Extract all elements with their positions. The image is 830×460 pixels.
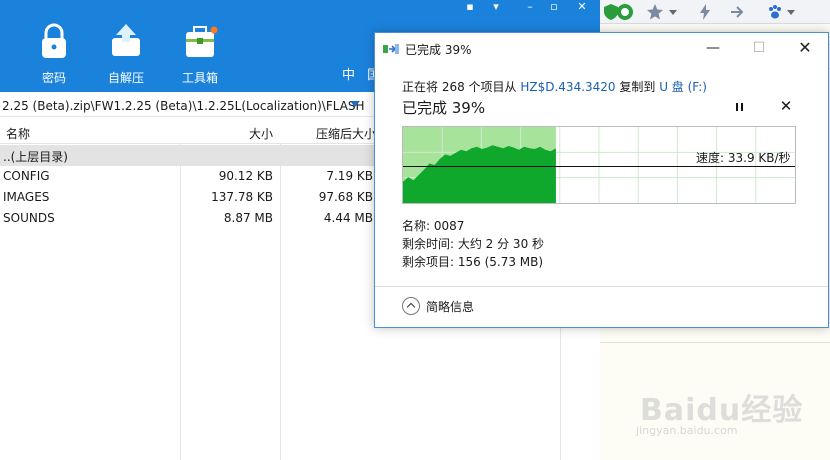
items-remaining: 剩余项目: 156 (5.73 MB) [402, 255, 544, 269]
restore-icon[interactable]: ▫ [545, 0, 563, 14]
dialog-titlebar[interactable]: 已完成 39% — ☐ ✕ [375, 33, 828, 63]
toolbox-label: 工具箱 [181, 71, 218, 85]
row-size: 137.78 KB [211, 190, 273, 204]
browser-toolbar [600, 0, 830, 24]
password-label: 密码 [41, 71, 66, 85]
self-extract-icon [112, 24, 140, 56]
minimize-button[interactable]: — [690, 33, 736, 63]
zip-title-controls: ▪ ▾ – ▫ ✕ [455, 0, 600, 16]
maximize-button[interactable]: ☐ [736, 33, 782, 63]
pause-bar [736, 103, 738, 111]
row-name: CONFIG [3, 169, 50, 183]
star-icon[interactable] [646, 3, 664, 21]
speed-label: 速度: 33.9 KB/秒 [696, 151, 791, 165]
minimize-icon[interactable]: – [521, 0, 539, 14]
toolbox-icon [186, 26, 218, 57]
path-dropdown-icon[interactable] [350, 101, 360, 107]
self-extract-label: 自解压 [107, 71, 144, 85]
self-extract-button[interactable]: 自解压 [94, 22, 158, 88]
copy-icon [383, 44, 399, 54]
progress-status: 已完成 39% [402, 99, 486, 117]
column-header-name[interactable]: 名称 [6, 125, 30, 142]
copy-progress-dialog: 已完成 39% — ☐ ✕ 正在将 268 个项目从 HZ$D.434.3420… [374, 32, 829, 328]
row-compressed: 7.19 KB [326, 169, 373, 183]
column-header-size[interactable]: 大小 [180, 125, 273, 142]
close-button[interactable]: ✕ [782, 33, 828, 63]
path-bar[interactable]: 2.25 (Beta).zip\FW1.2.25 (Beta)\1.2.25L(… [0, 95, 380, 117]
chevron-up-icon [402, 297, 420, 315]
dialog-divider [375, 286, 828, 287]
copy-description: 正在将 268 个项目从 HZ$D.434.3420 复制到 U 盘 (F:) [402, 78, 707, 95]
baidu-watermark: Baidu经验 [640, 393, 804, 428]
dropdown-icon[interactable] [782, 3, 800, 21]
forward-arrow-icon[interactable] [728, 3, 746, 21]
dialog-title: 已完成 39% [405, 43, 472, 57]
transfer-info: 名称: 0087 剩余时间: 大约 2 分 30 秒 剩余项目: 156 (5.… [402, 217, 544, 271]
copy-middle: 复制到 [615, 80, 660, 94]
close-icon[interactable]: ✕ [573, 0, 591, 14]
row-compressed: 4.44 MB [323, 211, 373, 225]
toolbox-button[interactable]: 工具箱 [168, 22, 232, 88]
lock-icon [42, 23, 66, 58]
row-size: 90.12 KB [218, 169, 273, 183]
row-size: 8.87 MB [223, 211, 273, 225]
source-link[interactable]: HZ$D.434.3420 [520, 80, 615, 94]
baidu-watermark-url: jingyan.baidu.com [636, 424, 738, 437]
menu-dropdown-icon[interactable]: ▾ [487, 0, 505, 14]
details-label: 简略信息 [426, 300, 475, 314]
flash-icon[interactable] [696, 3, 714, 21]
row-name: IMAGES [3, 190, 50, 204]
current-file-name: 名称: 0087 [402, 219, 465, 233]
security-icon[interactable] [616, 3, 634, 21]
path-text: 2.25 (Beta).zip\FW1.2.25 (Beta)\1.2.25L(… [2, 99, 365, 113]
row-name: SOUNDS [3, 211, 55, 225]
row-name: ..(上层目录) [3, 150, 68, 164]
divider [600, 342, 830, 343]
cancel-button[interactable]: ✕ [778, 97, 794, 115]
time-remaining: 剩余时间: 大约 2 分 30 秒 [402, 237, 545, 251]
copy-prefix: 正在将 268 个项目从 [402, 80, 521, 94]
password-button[interactable]: 密码 [22, 22, 86, 88]
pause-bar [741, 103, 743, 111]
row-compressed: 97.68 KB [318, 190, 373, 204]
pause-button[interactable] [732, 99, 748, 115]
chat-icon[interactable]: ▪ [461, 0, 479, 14]
dropdown-icon[interactable] [664, 3, 682, 21]
destination-link[interactable]: U 盘 (F:) [659, 80, 707, 94]
